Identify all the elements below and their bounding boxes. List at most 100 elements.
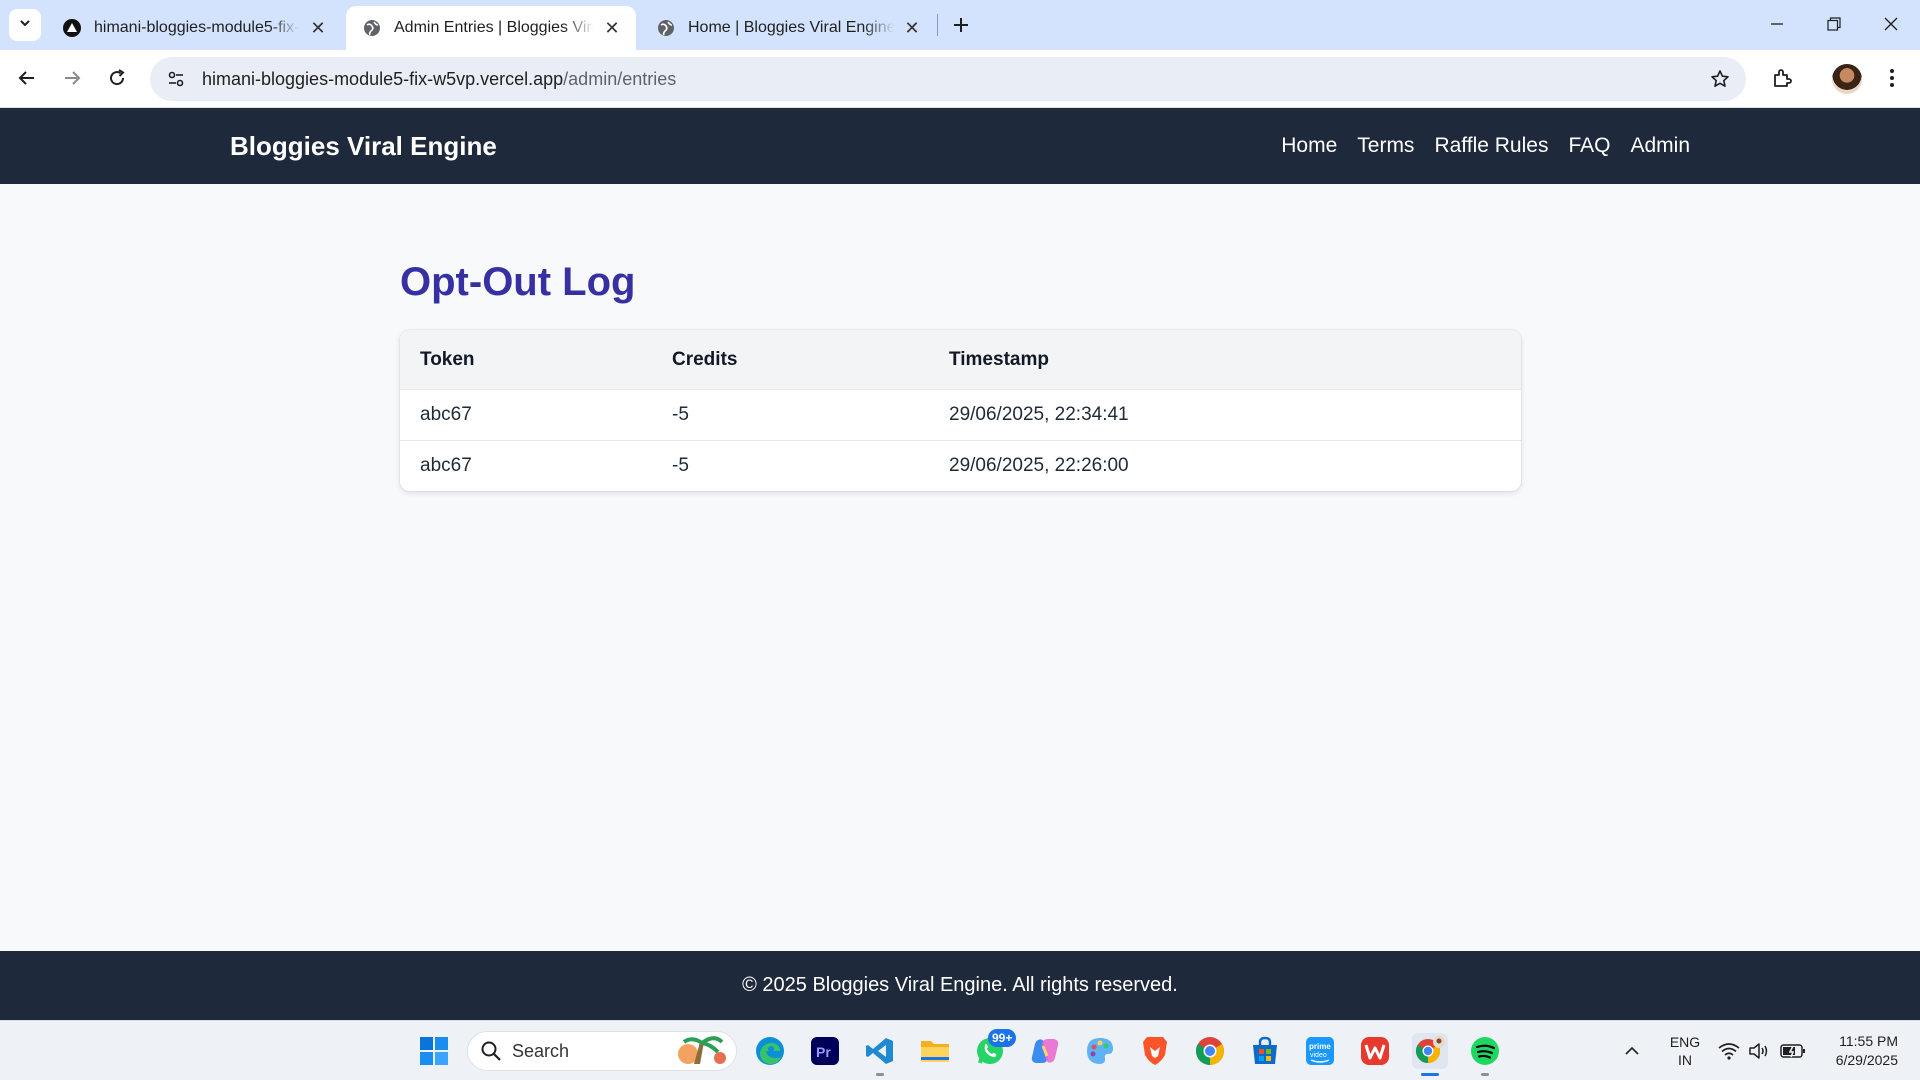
tab-home[interactable]: Home | Bloggies Viral Engine ✕ <box>640 6 936 50</box>
active-indicator <box>1421 1073 1439 1076</box>
tab-title: himani-bloggies-module5-fix-w5vp <box>94 19 300 36</box>
extensions-button[interactable] <box>1764 60 1800 96</box>
arrow-left-icon <box>18 71 34 85</box>
language-code: ENG <box>1669 1034 1701 1050</box>
url-host: himani-bloggies-module5-fix-w5vp.vercel.… <box>202 68 564 89</box>
kebab-menu-icon <box>1890 69 1894 87</box>
column-header-credits: Credits <box>672 348 738 370</box>
svg-text:video: video <box>1310 1052 1327 1059</box>
forward-button[interactable] <box>54 60 90 96</box>
close-window-button[interactable] <box>1863 0 1919 48</box>
taskbar-clock[interactable]: 11:55 PM 6/29/2025 <box>1818 1032 1898 1070</box>
notification-badge: 99+ <box>988 1029 1017 1047</box>
minimize-button[interactable] <box>1749 0 1805 48</box>
vercel-icon <box>62 18 82 38</box>
cell-timestamp: 29/06/2025, 22:26:00 <box>949 455 1129 476</box>
tab-close-icon[interactable]: ✕ <box>902 18 922 38</box>
cell-timestamp: 29/06/2025, 22:34:41 <box>949 404 1129 425</box>
nav-link-terms[interactable]: Terms <box>1357 134 1414 158</box>
language-region: IN <box>1678 1052 1692 1068</box>
opt-out-table: Token Credits Timestamp abc67 -5 29/06/2… <box>400 330 1521 491</box>
new-tab-button[interactable] <box>946 10 976 40</box>
address-bar[interactable]: himani-bloggies-module5-fix-w5vp.vercel.… <box>150 57 1746 101</box>
chrome-icon[interactable] <box>1192 1033 1228 1069</box>
puzzle-icon <box>1774 69 1792 87</box>
chevron-down-icon <box>18 16 32 35</box>
restore-icon <box>1827 17 1841 31</box>
minimize-icon <box>1771 23 1783 25</box>
battery-charging-icon[interactable] <box>1780 1021 1806 1080</box>
search-highlight-icon <box>674 1034 730 1073</box>
tab-divider <box>937 14 938 36</box>
svg-text:Pr: Pr <box>816 1044 831 1060</box>
url-text[interactable]: himani-bloggies-module5-fix-w5vp.vercel.… <box>202 69 676 90</box>
site-brand[interactable]: Bloggies Viral Engine <box>230 108 497 184</box>
site-footer: © 2025 Bloggies Viral Engine. All rights… <box>0 951 1920 1020</box>
copilot-icon[interactable] <box>1027 1033 1063 1069</box>
nav-link-admin[interactable]: Admin <box>1630 134 1690 158</box>
input-language-indicator[interactable]: ENG IN <box>1668 1033 1702 1069</box>
clock-time: 11:55 PM <box>1839 1033 1898 1049</box>
footer-copyright: © 2025 Bloggies Viral Engine. All rights… <box>742 974 1178 996</box>
back-button[interactable] <box>9 60 45 96</box>
reload-button[interactable] <box>99 60 135 96</box>
wifi-icon[interactable] <box>1718 1021 1740 1080</box>
profile-avatar[interactable] <box>1832 64 1862 94</box>
taskbar-search-box[interactable]: Search <box>467 1031 737 1071</box>
clock-date: 6/29/2025 <box>1835 1052 1898 1068</box>
premiere-pro-icon[interactable]: Pr <box>807 1033 843 1069</box>
tab-vercel[interactable]: himani-bloggies-module5-fix-w5vp ✕ <box>46 6 342 50</box>
nav-link-raffle-rules[interactable]: Raffle Rules <box>1434 134 1548 158</box>
volume-icon[interactable] <box>1748 1021 1770 1080</box>
microsoft-store-icon[interactable] <box>1247 1033 1283 1069</box>
vscode-icon[interactable] <box>862 1033 898 1069</box>
tab-close-icon[interactable]: ✕ <box>602 18 622 38</box>
chevron-up-icon <box>1625 1046 1639 1055</box>
file-explorer-icon[interactable] <box>917 1033 953 1069</box>
table-row: abc67 -5 29/06/2025, 22:26:00 <box>400 440 1521 491</box>
chrome-profile-icon[interactable] <box>1412 1033 1448 1069</box>
search-label: Search <box>512 1040 570 1061</box>
url-path: /admin/entries <box>563 68 677 89</box>
table-row: abc67 -5 29/06/2025, 22:34:41 <box>400 389 1521 440</box>
globe-icon <box>362 18 382 38</box>
show-hidden-icons-button[interactable] <box>1624 1021 1640 1080</box>
tab-strip: himani-bloggies-module5-fix-w5vp ✕ Admin… <box>0 0 1920 50</box>
site-navbar: Bloggies Viral Engine Home Terms Raffle … <box>0 108 1920 184</box>
edge-icon[interactable] <box>752 1033 788 1069</box>
nav-link-home[interactable]: Home <box>1281 134 1337 158</box>
prime-video-icon[interactable]: prime video <box>1302 1033 1338 1069</box>
column-header-timestamp: Timestamp <box>949 348 1049 370</box>
globe-icon <box>656 18 676 38</box>
cell-token: abc67 <box>420 455 472 476</box>
running-indicator <box>1481 1073 1489 1076</box>
nav-link-faq[interactable]: FAQ <box>1568 134 1610 158</box>
tab-title: Admin Entries | Bloggies Viral Engine <box>394 19 594 36</box>
spotify-icon[interactable] <box>1467 1033 1503 1069</box>
svg-text:prime: prime <box>1309 1042 1331 1051</box>
cell-token: abc67 <box>420 404 472 425</box>
wps-office-icon[interactable] <box>1357 1033 1393 1069</box>
page-title: Opt-Out Log <box>400 260 636 304</box>
tab-close-icon[interactable]: ✕ <box>308 18 328 38</box>
reload-icon <box>110 69 125 86</box>
tab-title: Home | Bloggies Viral Engine <box>688 19 894 36</box>
browser-toolbar: himani-bloggies-module5-fix-w5vp.vercel.… <box>0 50 1920 108</box>
close-icon <box>1884 17 1898 31</box>
cell-credits: -5 <box>672 455 689 476</box>
tab-search-button[interactable] <box>9 9 41 41</box>
taskbar: Search Pr 99+ prime video ENG IN 11:55 P… <box>0 1020 1920 1080</box>
search-icon <box>480 1040 502 1062</box>
running-indicator <box>876 1073 884 1076</box>
tab-admin-entries[interactable]: Admin Entries | Bloggies Viral Engine ✕ <box>346 6 636 50</box>
windows-start-icon[interactable] <box>416 1033 452 1069</box>
table-header-row: Token Credits Timestamp <box>400 330 1521 389</box>
plus-icon <box>954 18 968 32</box>
browser-menu-button[interactable] <box>1874 60 1910 96</box>
bookmark-star-icon[interactable] <box>1706 65 1734 93</box>
paint-icon[interactable] <box>1082 1033 1118 1069</box>
restore-button[interactable] <box>1806 0 1862 48</box>
site-info-icon[interactable] <box>154 57 198 101</box>
brave-icon[interactable] <box>1137 1033 1173 1069</box>
nav-links: Home Terms Raffle Rules FAQ Admin <box>1281 108 1690 184</box>
